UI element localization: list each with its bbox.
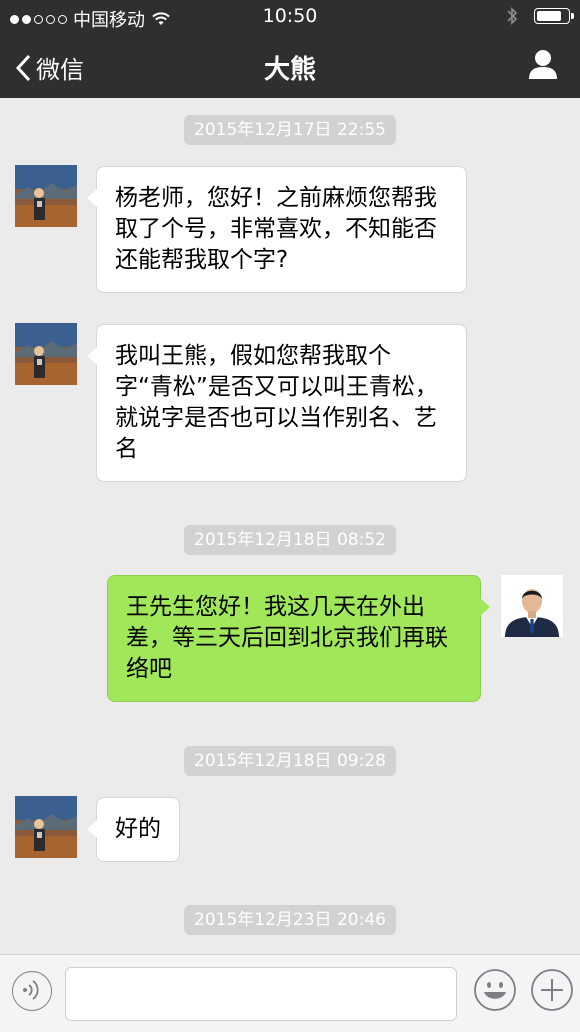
chat-area[interactable]: 2015年12月17日 22:55 杨老师，您好！之前麻烦您帮我取了个号，非常喜… bbox=[0, 98, 580, 954]
message-timestamp: 2015年12月18日 09:28 bbox=[184, 746, 396, 776]
message-timestamp: 2015年12月23日 20:46 bbox=[184, 905, 396, 935]
message-timestamp: 2015年12月18日 08:52 bbox=[184, 525, 396, 555]
outgoing-message-bubble[interactable]: 王先生您好！我这几天在外出差，等三天后回到北京我们再联络吧 bbox=[107, 575, 490, 702]
input-bar bbox=[0, 954, 580, 1032]
more-options-button[interactable] bbox=[530, 968, 574, 1012]
nav-bar: 微信 大熊 bbox=[0, 34, 580, 98]
bluetooth-icon bbox=[507, 7, 518, 25]
my-avatar[interactable] bbox=[501, 575, 563, 637]
message-input[interactable] bbox=[65, 967, 457, 1021]
contact-avatar[interactable] bbox=[15, 165, 77, 227]
emoji-icon bbox=[474, 969, 516, 1011]
incoming-message-bubble[interactable]: 我叫王熊，假如您帮我取个字“青松”是否又可以叫王青松，就说字是否也可以当作别名、… bbox=[87, 324, 467, 482]
person-icon bbox=[529, 50, 557, 79]
status-right bbox=[506, 6, 574, 26]
plus-icon bbox=[531, 969, 573, 1011]
emoji-button[interactable] bbox=[473, 968, 517, 1012]
contact-avatar[interactable] bbox=[15, 323, 77, 385]
incoming-message-bubble[interactable]: 杨老师，您好！之前麻烦您帮我取了个号，非常喜欢，不知能否还能帮我取个字? bbox=[87, 166, 467, 293]
voice-input-button[interactable] bbox=[12, 971, 52, 1011]
chat-info-button[interactable] bbox=[528, 48, 558, 84]
voice-icon bbox=[23, 980, 39, 1000]
incoming-message-bubble[interactable]: 好的 bbox=[87, 797, 180, 862]
status-bar: 中国移动 10:50 bbox=[0, 0, 580, 34]
message-timestamp: 2015年12月17日 22:55 bbox=[184, 115, 396, 145]
battery-icon bbox=[534, 8, 574, 24]
status-time: 10:50 bbox=[262, 5, 318, 27]
chat-title: 大熊 bbox=[263, 55, 316, 85]
contact-avatar[interactable] bbox=[15, 796, 77, 858]
